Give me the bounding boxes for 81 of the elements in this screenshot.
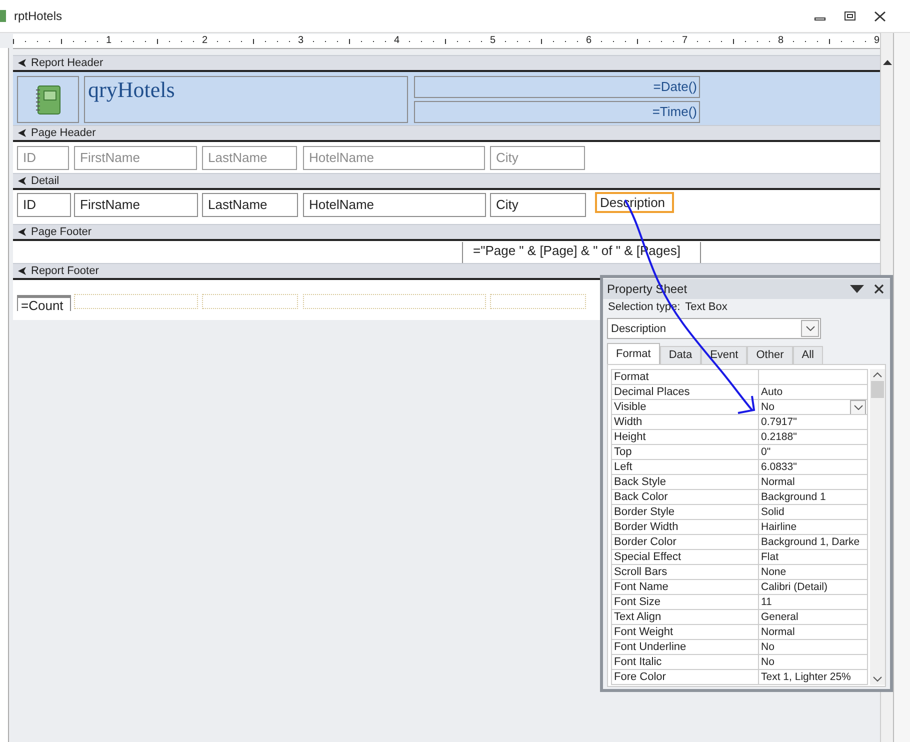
property-name: Format: [611, 370, 759, 384]
property-value[interactable]: Flat: [761, 550, 779, 564]
notebook-icon: [35, 84, 61, 114]
property-value[interactable]: Auto: [761, 385, 783, 399]
property-name: Border Style: [611, 505, 759, 519]
text-box[interactable]: =Date(): [414, 76, 700, 98]
section-bar[interactable]: Page Header: [13, 125, 880, 142]
restore-icon[interactable]: [844, 11, 856, 21]
property-name: Height: [611, 430, 759, 444]
property-value[interactable]: No: [761, 640, 774, 654]
chevron-down-icon: [854, 405, 863, 410]
text-box[interactable]: ID: [17, 193, 71, 217]
property-value[interactable]: Calibri (Detail): [761, 580, 828, 594]
property-name: Font Name: [611, 580, 759, 594]
section-arrow-icon: [18, 58, 27, 68]
section-arrow-icon: [18, 266, 27, 276]
property-name: Font Size: [611, 595, 759, 609]
property-name: Scroll Bars: [611, 565, 759, 579]
text-box[interactable]: LastName: [202, 193, 298, 217]
property-value[interactable]: Normal: [761, 625, 795, 639]
scroll-thumb[interactable]: [871, 381, 884, 398]
property-name: Font Weight: [611, 625, 759, 639]
property-value[interactable]: 0": [761, 445, 771, 459]
property-value[interactable]: 11: [761, 595, 772, 609]
section-bar[interactable]: Detail: [13, 173, 880, 190]
logo-control[interactable]: [17, 76, 79, 123]
property-name: Text Align: [611, 610, 759, 624]
property-value[interactable]: 0.7917": [761, 415, 797, 429]
scroll-down-icon[interactable]: [873, 676, 882, 682]
property-value[interactable]: Solid: [761, 505, 784, 519]
close-icon[interactable]: [874, 10, 886, 22]
property-name: Special Effect: [611, 550, 759, 564]
tab[interactable]: Format: [607, 343, 660, 364]
property-name: Decimal Places: [611, 385, 759, 399]
property-name: Top: [611, 445, 759, 459]
section-bar[interactable]: Report Footer: [13, 263, 880, 280]
text-box[interactable]: City: [490, 193, 586, 217]
property-name: Font Italic: [611, 655, 759, 669]
selection-type-value: Text Box: [685, 301, 728, 313]
section-arrow-icon: [18, 128, 27, 138]
close-icon[interactable]: [874, 284, 884, 294]
scrollbar[interactable]: [870, 369, 885, 685]
tab[interactable]: Other: [747, 346, 793, 364]
property-name: Back Color: [611, 490, 759, 504]
report-title[interactable]: qryHotels: [84, 76, 408, 123]
section-arrow-icon: [18, 176, 27, 186]
property-name: Font Underline: [611, 640, 759, 654]
scroll-up-icon[interactable]: [882, 59, 892, 66]
property-value[interactable]: Normal: [761, 475, 795, 489]
text-box[interactable]: FirstName: [74, 193, 198, 217]
section-bar[interactable]: Page Footer: [13, 224, 880, 241]
property-name: Border Color: [611, 535, 759, 549]
section-bar[interactable]: Report Header: [13, 55, 880, 72]
property-name: Back Style: [611, 475, 759, 489]
property-value[interactable]: 6.0833": [761, 460, 797, 474]
property-name: Left: [611, 460, 759, 474]
chevron-down-icon: [806, 326, 814, 331]
text-box[interactable]: =Count: [17, 295, 71, 311]
dropdown-button[interactable]: [850, 400, 866, 414]
property-value[interactable]: No: [761, 655, 774, 669]
dropdown-caret-icon[interactable]: [850, 285, 864, 293]
property-name: Width: [611, 415, 759, 429]
property-value[interactable]: Text 1, Lighter 25%: [761, 670, 851, 684]
property-value[interactable]: No: [761, 400, 774, 414]
property-value[interactable]: General: [761, 610, 798, 624]
tab[interactable]: Data: [660, 346, 702, 364]
section-arrow-icon: [18, 228, 27, 236]
tab[interactable]: Event: [701, 346, 748, 364]
window-title: rptHotels: [14, 9, 62, 23]
property-value[interactable]: Background 1: [761, 490, 826, 504]
property-value[interactable]: Background 1, Darke: [761, 535, 860, 549]
tab[interactable]: All: [792, 346, 823, 364]
object-dropdown[interactable]: Description: [607, 318, 821, 339]
text-box[interactable]: HotelName: [303, 193, 486, 217]
text-box[interactable]: =Time(): [414, 101, 700, 123]
property-name: Border Width: [611, 520, 759, 534]
property-value[interactable]: None: [761, 565, 786, 579]
property-name: Fore Color: [611, 670, 759, 684]
property-value[interactable]: Hairline: [761, 520, 797, 534]
scroll-up-icon[interactable]: [873, 372, 882, 378]
property-value[interactable]: 0.2188": [761, 430, 797, 444]
